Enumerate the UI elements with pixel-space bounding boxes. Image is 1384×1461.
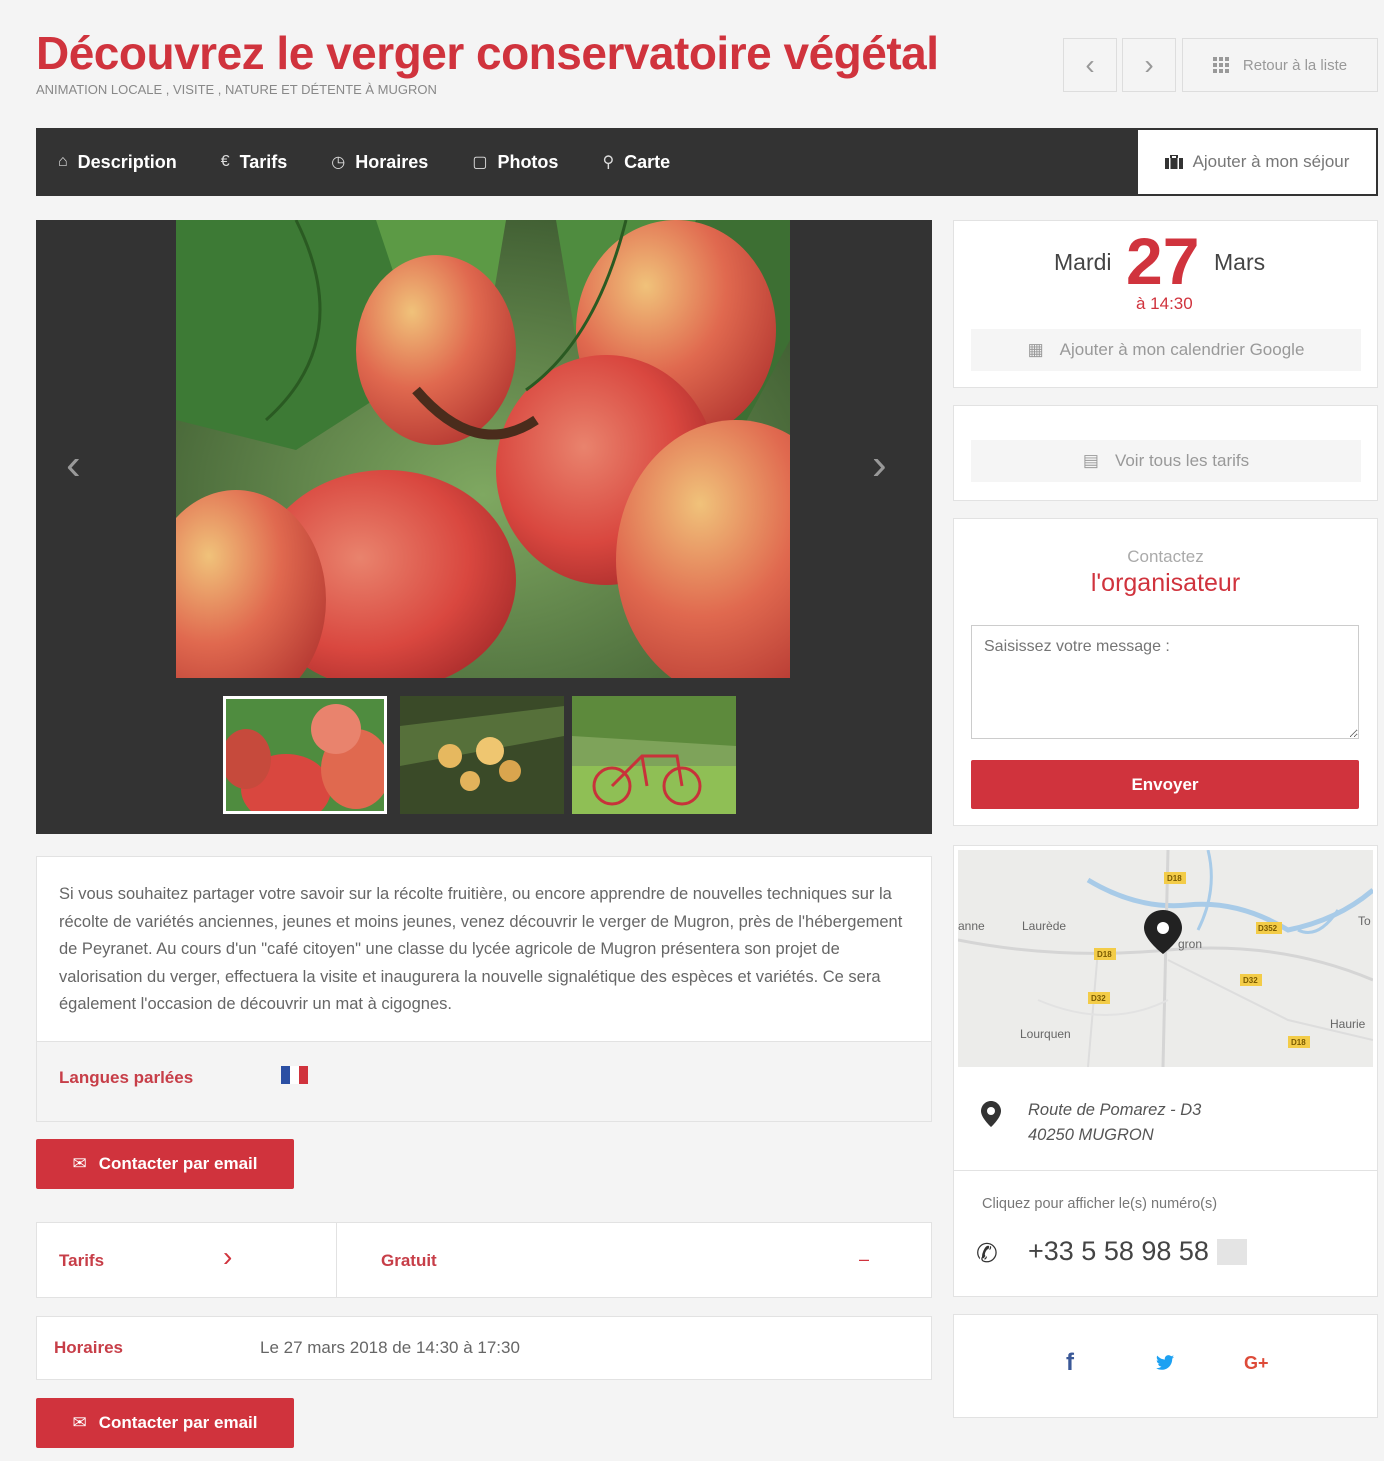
map-card: anne Laurède gron Lourquen Haurie To D18… bbox=[953, 845, 1378, 1297]
date-card: Mardi 27 Mars à 14:30 ▦ Ajouter à mon ca… bbox=[953, 220, 1378, 388]
road-label: D352 bbox=[1258, 924, 1278, 933]
phone-icon: ✆ bbox=[976, 1238, 998, 1268]
chevron-right-icon: › bbox=[223, 1241, 233, 1272]
photo-icon: ▢ bbox=[472, 154, 488, 171]
contact-by-email-button[interactable]: ✉ Contacter par email bbox=[36, 1139, 294, 1189]
tab-description[interactable]: ⌂ Description bbox=[58, 152, 177, 173]
phone-hint: Cliquez pour afficher le(s) numéro(s) bbox=[982, 1196, 1218, 1212]
page-title: Découvrez le verger conservatoire végéta… bbox=[36, 27, 939, 79]
tarifs-row[interactable]: Tarifs › Gratuit – bbox=[36, 1222, 932, 1298]
facebook-icon[interactable]: f bbox=[1066, 1349, 1074, 1377]
breadcrumb-categories: ANIMATION LOCALE , VISITE , NATURE ET DÉ… bbox=[36, 82, 437, 97]
see-all-tarifs-label: Voir tous les tarifs bbox=[1114, 451, 1250, 470]
tab-label: Carte bbox=[624, 151, 671, 172]
add-to-stay-label: Ajouter à mon séjour bbox=[1192, 152, 1350, 171]
gallery-thumbnail[interactable] bbox=[223, 696, 387, 814]
tab-label: Photos bbox=[497, 151, 559, 172]
contact-organizer-card: Contactez l'organisateur Envoyer bbox=[953, 518, 1378, 826]
french-flag-icon bbox=[281, 1066, 308, 1084]
map-label: anne bbox=[958, 919, 985, 933]
contact-by-email-button[interactable]: ✉ Contacter par email bbox=[36, 1398, 294, 1448]
tab-horaires[interactable]: ◷ Horaires bbox=[331, 152, 428, 173]
date-day: 27 bbox=[1126, 224, 1200, 298]
map-label: Laurède bbox=[1022, 919, 1066, 933]
divider bbox=[336, 1223, 337, 1297]
map-label: gron bbox=[1178, 937, 1202, 951]
tarifs-value: Gratuit bbox=[381, 1251, 437, 1270]
envelope-icon: ✉ bbox=[72, 1154, 87, 1173]
contact-by-email-label: Contacter par email bbox=[98, 1413, 258, 1432]
collapse-icon[interactable]: – bbox=[859, 1249, 869, 1270]
divider bbox=[954, 1170, 1377, 1171]
contact-heading-big: l'organisateur bbox=[1090, 569, 1241, 597]
tab-photos[interactable]: ▢ Photos bbox=[472, 152, 558, 173]
back-to-list-button[interactable]: Retour à la liste bbox=[1182, 38, 1378, 92]
languages-label: Langues parlées bbox=[59, 1068, 194, 1087]
location-map[interactable]: anne Laurède gron Lourquen Haurie To D18… bbox=[958, 850, 1373, 1067]
chevron-right-icon: › bbox=[1144, 49, 1154, 80]
add-to-google-calendar-label: Ajouter à mon calendrier Google bbox=[1059, 340, 1305, 359]
google-plus-icon[interactable]: G+ bbox=[1244, 1353, 1269, 1374]
back-to-list-label: Retour à la liste bbox=[1242, 56, 1348, 74]
road-label: D18 bbox=[1167, 874, 1182, 883]
add-to-stay-button[interactable]: Ajouter à mon séjour bbox=[1138, 130, 1376, 194]
next-item-button[interactable]: › bbox=[1122, 38, 1176, 92]
tab-bar: ⌂ Description € Tarifs ◷ Horaires ▢ Phot… bbox=[36, 128, 1378, 196]
date-month: Mars bbox=[1214, 249, 1266, 275]
date-weekday: Mardi bbox=[1054, 249, 1112, 275]
suitcase-icon bbox=[1164, 155, 1183, 169]
horaires-value: Le 27 mars 2018 de 14:30 à 17:30 bbox=[260, 1338, 520, 1357]
horaires-label: Horaires bbox=[54, 1338, 123, 1357]
previous-item-button[interactable]: ‹ bbox=[1063, 38, 1117, 92]
clock-icon: ◷ bbox=[331, 154, 346, 171]
tarif-card: ▤ Voir tous les tarifs bbox=[953, 405, 1378, 501]
map-label: Haurie bbox=[1330, 1017, 1366, 1031]
address-line-1: Route de Pomarez - D3 bbox=[1028, 1101, 1202, 1119]
tab-tarifs[interactable]: € Tarifs bbox=[221, 152, 288, 173]
road-label: D18 bbox=[1097, 950, 1112, 959]
phone-number: +33 5 58 98 58 bbox=[1028, 1236, 1209, 1266]
tab-label: Tarifs bbox=[239, 151, 288, 172]
photo-gallery: ‹ › bbox=[36, 220, 932, 834]
contact-heading-small: Contactez bbox=[1127, 547, 1204, 566]
add-to-google-calendar-button[interactable]: ▦ Ajouter à mon calendrier Google bbox=[971, 329, 1361, 371]
tab-carte[interactable]: ⚲ Carte bbox=[602, 152, 670, 173]
home-icon: ⌂ bbox=[58, 153, 68, 170]
price-list-icon: ▤ bbox=[1082, 451, 1099, 470]
send-button[interactable]: Envoyer bbox=[971, 760, 1359, 809]
see-all-tarifs-button[interactable]: ▤ Voir tous les tarifs bbox=[971, 440, 1361, 482]
social-share-card: f G+ bbox=[953, 1314, 1378, 1418]
map-label: Lourquen bbox=[1020, 1027, 1071, 1041]
address-line-2: 40250 MUGRON bbox=[1028, 1126, 1154, 1144]
languages-row: Langues parlées bbox=[36, 1042, 932, 1122]
gallery-next-arrow[interactable]: › bbox=[872, 440, 887, 490]
tarifs-label: Tarifs bbox=[59, 1251, 105, 1270]
grid-icon bbox=[1212, 57, 1229, 73]
address: Route de Pomarez - D3 40250 MUGRON bbox=[1028, 1098, 1201, 1148]
map-label: To bbox=[1358, 914, 1371, 928]
description-text: Si vous souhaitez partager votre savoir … bbox=[36, 856, 932, 1042]
road-label: D18 bbox=[1291, 1038, 1306, 1047]
gallery-thumbnail[interactable] bbox=[572, 696, 736, 814]
tab-label: Horaires bbox=[355, 151, 429, 172]
location-pin-icon bbox=[981, 1101, 1001, 1127]
gallery-prev-arrow[interactable]: ‹ bbox=[66, 440, 81, 490]
horaires-row: Horaires Le 27 mars 2018 de 14:30 à 17:3… bbox=[36, 1316, 932, 1380]
road-label: D32 bbox=[1091, 994, 1106, 1003]
map-pin-icon: ⚲ bbox=[602, 154, 615, 171]
main-photo-peaches bbox=[176, 220, 790, 678]
date-time: à 14:30 bbox=[1136, 294, 1193, 313]
road-label: D32 bbox=[1243, 976, 1258, 985]
tab-label: Description bbox=[77, 151, 177, 172]
hidden-digits-mask bbox=[1216, 1238, 1247, 1265]
envelope-icon: ✉ bbox=[72, 1413, 87, 1432]
euro-icon: € bbox=[220, 153, 230, 170]
gallery-thumbnail[interactable] bbox=[400, 696, 564, 814]
contact-by-email-label: Contacter par email bbox=[98, 1154, 258, 1173]
twitter-icon[interactable] bbox=[1156, 1355, 1174, 1370]
phone-number-button[interactable]: +33 5 58 98 58 bbox=[1028, 1236, 1247, 1267]
calendar-icon: ▦ bbox=[1027, 340, 1044, 359]
chevron-left-icon: ‹ bbox=[1085, 49, 1095, 80]
message-textarea[interactable] bbox=[971, 625, 1359, 739]
